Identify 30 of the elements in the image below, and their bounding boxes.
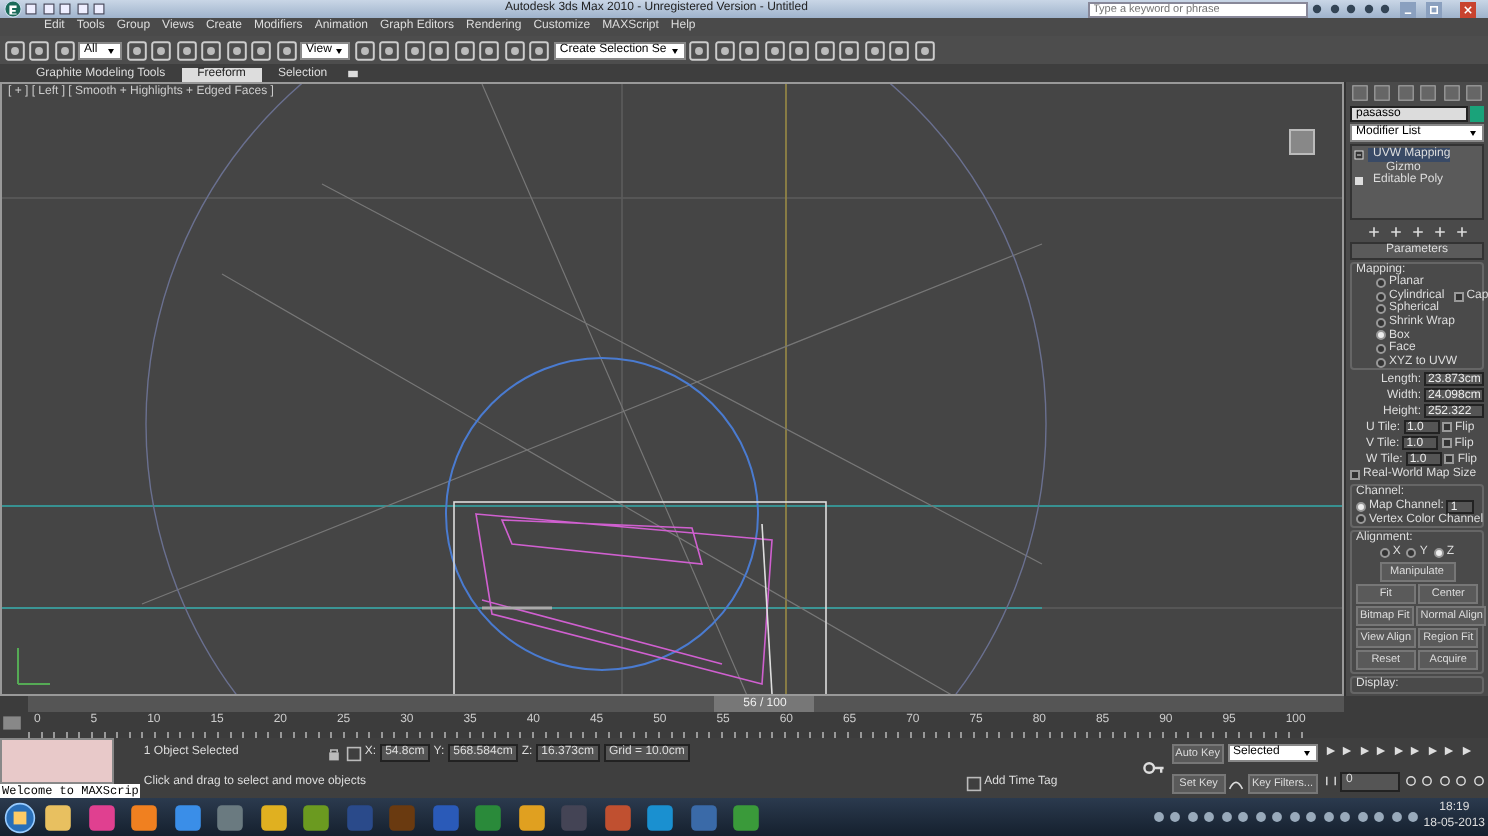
object-color-swatch[interactable] [1470,106,1484,122]
maxscript-listener-field[interactable] [0,738,114,784]
lock-icon[interactable] [326,745,343,762]
caret-icon[interactable] [1301,748,1311,758]
start-button-icon[interactable] [3,801,35,833]
checkbox[interactable] [1441,438,1452,449]
maximize-icon[interactable] [1422,1,1446,17]
checkbox[interactable] [1442,422,1453,433]
radio-button[interactable] [1376,304,1386,315]
radio-button[interactable] [1376,278,1386,289]
caret-icon[interactable] [106,45,116,55]
radio-button[interactable] [1379,547,1390,558]
caret-icon[interactable] [334,45,345,55]
caret-icon[interactable] [1468,128,1478,138]
radio-button[interactable] [1376,291,1386,302]
radio-button[interactable] [1376,357,1386,368]
ribbon-minimize-icon[interactable] [343,66,362,82]
radio-button[interactable] [1376,317,1386,328]
checkbox[interactable] [1350,470,1360,481]
radio-button[interactable] [1376,330,1386,341]
caret-icon[interactable] [669,45,680,55]
radio-button[interactable] [1406,547,1417,558]
checkbox[interactable] [1444,454,1455,465]
radio-button[interactable] [1433,547,1444,558]
radio-button[interactable] [1376,344,1386,355]
collapse-icon[interactable] [1354,149,1364,160]
radio-button[interactable] [1356,501,1366,512]
axis-tripod-icon [17,647,51,685]
checkbox[interactable] [1453,291,1464,302]
radio-button[interactable] [1356,514,1366,525]
